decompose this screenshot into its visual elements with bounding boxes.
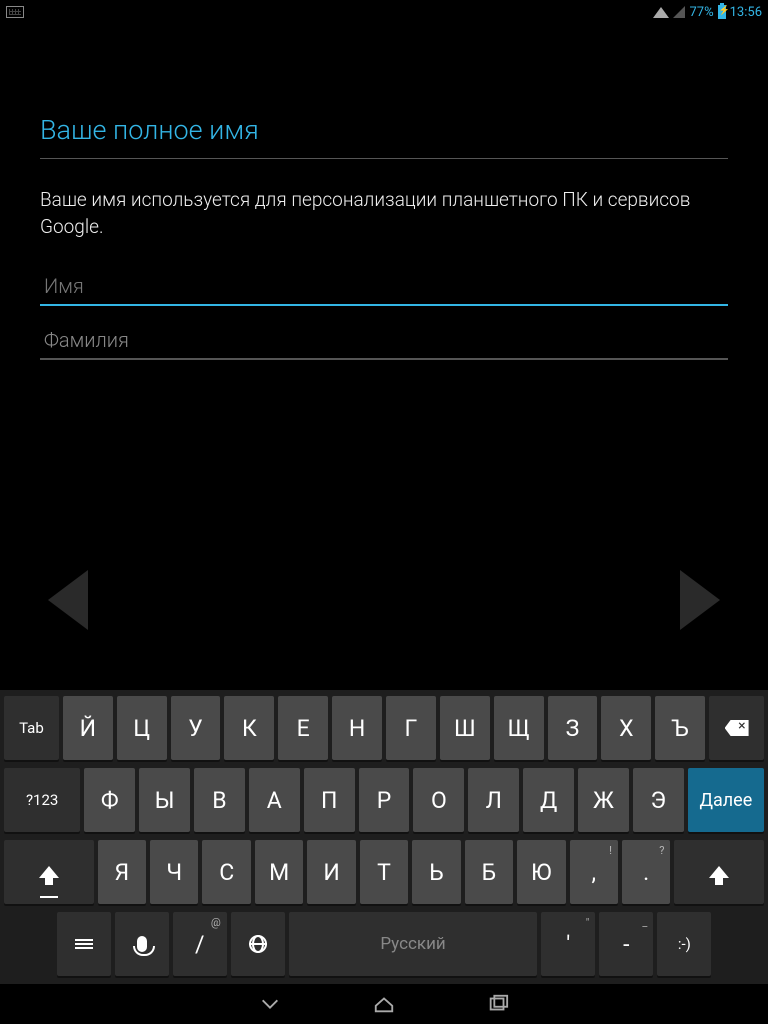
clock: 13:56 <box>730 5 762 20</box>
battery-charging-icon <box>718 5 726 19</box>
first-name-input[interactable] <box>40 268 728 306</box>
home-icon <box>373 993 395 1015</box>
key-comma[interactable]: ,! <box>570 840 618 904</box>
key-letter[interactable]: О <box>413 768 464 832</box>
key-letter[interactable]: Л <box>468 768 519 832</box>
key-letter[interactable]: Я <box>98 840 146 904</box>
backspace-icon <box>725 720 749 736</box>
key-letter[interactable]: И <box>307 840 355 904</box>
key-letter[interactable]: Ч <box>150 840 198 904</box>
key-slash[interactable]: /@ <box>173 912 227 976</box>
globe-icon <box>249 935 267 953</box>
key-letter[interactable]: К <box>224 696 274 760</box>
key-letter[interactable]: М <box>255 840 303 904</box>
key-letter[interactable]: З <box>548 696 598 760</box>
key-letter[interactable]: Щ <box>494 696 544 760</box>
soft-keyboard: Tab Й Ц У К Е Н Г Ш Щ З Х Ъ ?123 Ф Ы В А… <box>0 690 768 984</box>
sliders-icon <box>75 937 93 951</box>
key-letter[interactable]: Д <box>523 768 574 832</box>
nav-home-button[interactable] <box>372 992 396 1016</box>
system-nav-bar <box>0 984 768 1024</box>
key-settings[interactable] <box>57 912 111 976</box>
chevron-down-icon <box>259 993 281 1015</box>
back-arrow-button[interactable] <box>48 570 88 630</box>
nav-recent-button[interactable] <box>486 992 510 1016</box>
key-letter[interactable]: Ы <box>139 768 190 832</box>
page-description: Ваше имя используется для персонализации… <box>40 187 728 240</box>
key-letter[interactable]: Ю <box>517 840 565 904</box>
key-symbols[interactable]: ?123 <box>4 768 80 832</box>
key-letter[interactable]: Б <box>465 840 513 904</box>
keyboard-indicator-icon <box>6 6 24 18</box>
key-letter[interactable]: С <box>202 840 250 904</box>
wifi-icon <box>653 7 669 18</box>
shift-icon <box>709 866 729 878</box>
shift-icon <box>39 866 59 878</box>
key-letter[interactable]: Т <box>360 840 408 904</box>
key-tab[interactable]: Tab <box>4 696 59 760</box>
key-letter[interactable]: Х <box>601 696 651 760</box>
key-apostrophe[interactable]: '" <box>541 912 595 976</box>
key-letter[interactable]: Й <box>63 696 113 760</box>
battery-percentage: 77% <box>689 5 713 20</box>
status-bar: 77% 13:56 <box>0 0 768 24</box>
key-letter[interactable]: Ц <box>117 696 167 760</box>
key-language[interactable] <box>231 912 285 976</box>
key-shift-right[interactable] <box>674 840 764 904</box>
key-dash[interactable]: -_ <box>599 912 653 976</box>
key-space[interactable]: Русский <box>289 912 538 976</box>
key-letter[interactable]: Ф <box>84 768 135 832</box>
key-letter[interactable]: Ь <box>412 840 460 904</box>
key-letter[interactable]: Ъ <box>655 696 705 760</box>
key-letter[interactable]: У <box>171 696 221 760</box>
next-arrow-button[interactable] <box>680 570 720 630</box>
last-name-input[interactable] <box>40 322 728 360</box>
key-letter[interactable]: Ш <box>440 696 490 760</box>
mic-icon <box>137 936 147 952</box>
key-letter[interactable]: В <box>194 768 245 832</box>
recent-apps-icon <box>487 993 509 1015</box>
key-letter[interactable]: П <box>304 768 355 832</box>
nav-back-button[interactable] <box>258 992 282 1016</box>
cell-signal-icon <box>673 6 685 18</box>
key-action-next[interactable]: Далее <box>688 768 764 832</box>
key-letter[interactable]: Е <box>278 696 328 760</box>
key-voice[interactable] <box>115 912 169 976</box>
key-backspace[interactable] <box>709 696 764 760</box>
key-period[interactable]: .? <box>622 840 670 904</box>
key-letter[interactable]: Ж <box>578 768 629 832</box>
key-letter[interactable]: А <box>249 768 300 832</box>
page-title: Ваше полное имя <box>40 114 728 159</box>
key-letter[interactable]: Н <box>332 696 382 760</box>
key-letter[interactable]: Р <box>359 768 410 832</box>
key-smiley[interactable]: :-) <box>657 912 711 976</box>
key-shift-left[interactable] <box>4 840 94 904</box>
key-letter[interactable]: Э <box>633 768 684 832</box>
key-letter[interactable]: Г <box>386 696 436 760</box>
